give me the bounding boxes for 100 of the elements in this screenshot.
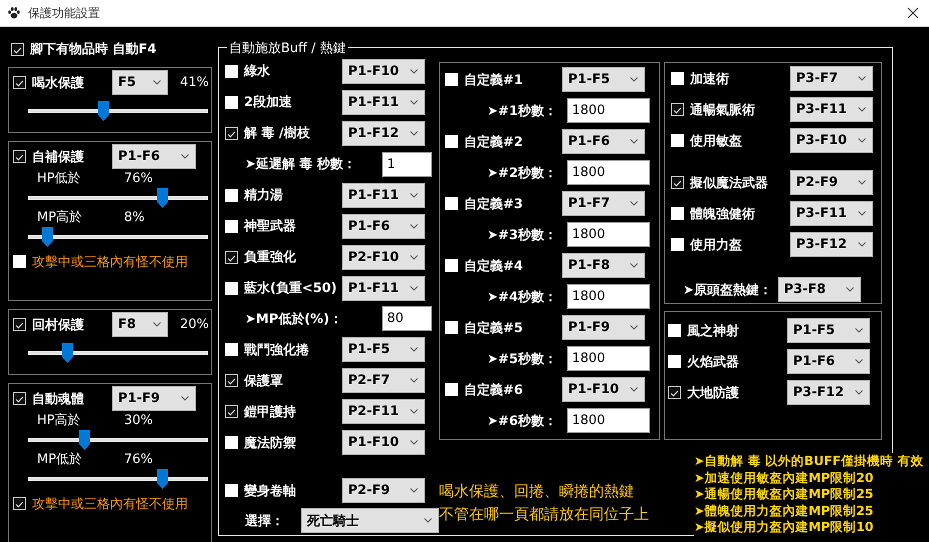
- checkbox-label: 變身卷軸: [244, 482, 297, 500]
- chevron-icon: [410, 488, 418, 494]
- checkbox-label: 保護罩: [244, 372, 284, 390]
- hotkey-dropdown[interactable]: P3-F11: [790, 97, 873, 122]
- hotkey-dropdown[interactable]: P1-F11: [342, 276, 425, 301]
- chevron-icon: [410, 378, 418, 384]
- chevron-icon: [858, 138, 866, 143]
- checkbox[interactable]: [225, 250, 238, 264]
- checkbox[interactable]: [225, 126, 238, 140]
- checkbox-label: 使用力盔: [690, 236, 743, 254]
- hotkey-dropdown[interactable]: P1-F11: [342, 182, 425, 208]
- hotkey-dropdown[interactable]: P1-F6: [342, 214, 425, 239]
- hotkey-dropdown[interactable]: P1-F11: [342, 90, 425, 115]
- checkbox[interactable]: [671, 103, 684, 116]
- hotkey-dropdown[interactable]: P1-F10: [342, 430, 425, 456]
- chevron-icon: [410, 68, 418, 74]
- checkbox-label: 精力湯: [244, 187, 284, 204]
- checkbox-label: 腳下有物品時 自動F4: [30, 41, 156, 58]
- chevron-icon: [858, 76, 866, 81]
- chevron-icon: [410, 347, 418, 352]
- hotkey-dropdown[interactable]: P1-F6: [562, 129, 645, 154]
- seconds-field[interactable]: 1800: [567, 222, 650, 247]
- checkbox-label: 神聖武器: [244, 218, 297, 236]
- slider-thumb[interactable]: [157, 469, 168, 489]
- slider-thumb[interactable]: [62, 343, 73, 363]
- hotkey-dropdown[interactable]: P3-F7: [790, 66, 873, 91]
- checkbox[interactable]: [13, 392, 26, 405]
- hotkey-dropdown[interactable]: F8: [112, 312, 168, 337]
- checkbox-label: 加速術: [690, 70, 730, 88]
- checkbox-label: 自定義#4: [464, 258, 524, 274]
- slider-thumb[interactable]: [79, 430, 90, 450]
- checkbox-label: 自補保護: [32, 148, 85, 166]
- chevron-icon: [410, 130, 418, 136]
- hotkey-dropdown[interactable]: P2-F9: [342, 478, 425, 504]
- slider-thumb[interactable]: [98, 101, 109, 121]
- checkbox-label: 負重強化: [244, 248, 297, 266]
- checkbox[interactable]: [225, 405, 238, 418]
- checkbox[interactable]: [13, 150, 26, 163]
- hotkey-dropdown[interactable]: P1-F10: [562, 377, 645, 402]
- checkbox[interactable]: [13, 497, 26, 510]
- close-icon[interactable]: [907, 7, 919, 19]
- percent-reading: 8%: [124, 210, 145, 224]
- hotkey-dropdown[interactable]: P1-F12: [342, 120, 425, 146]
- checkbox-label: 喝水保護: [32, 74, 85, 92]
- number-field[interactable]: 80: [382, 306, 432, 332]
- transform-dropdown[interactable]: 死亡騎士: [301, 508, 439, 534]
- field-label: ➤#3秒數：: [487, 226, 557, 244]
- slider-label: MP低於: [37, 451, 84, 468]
- hotkey-dropdown[interactable]: P3-F12: [790, 232, 873, 257]
- hotkey-dropdown[interactable]: P1-F10: [342, 58, 425, 84]
- hotkey-dropdown[interactable]: F5: [112, 70, 168, 95]
- hotkey-dropdown[interactable]: P3-F12: [787, 380, 870, 405]
- group-title: 自動施放Buff / 熱鍵: [227, 39, 348, 57]
- checkbox-label: 火焰武器: [687, 354, 740, 370]
- checkbox[interactable]: [668, 386, 681, 399]
- checkbox[interactable]: [671, 176, 684, 189]
- hotkey-dropdown[interactable]: P1-F5: [562, 67, 645, 92]
- checkbox-label: 自定義#3: [464, 196, 524, 212]
- hotkey-dropdown[interactable]: P2-F11: [342, 399, 425, 424]
- seconds-field[interactable]: 1800: [567, 346, 650, 371]
- seconds-field[interactable]: 1800: [567, 160, 650, 185]
- hotkey-dropdown[interactable]: P3-F11: [790, 201, 873, 226]
- seconds-field[interactable]: 1800: [567, 98, 650, 123]
- chevron-icon: [630, 201, 638, 206]
- chevron-icon: [410, 286, 418, 291]
- checkbox-label: 自動魂體: [32, 390, 85, 408]
- hotkey-dropdown[interactable]: P1-F7: [562, 191, 645, 216]
- hotkey-dropdown[interactable]: P1-F6: [112, 144, 196, 169]
- checkbox[interactable]: [13, 318, 26, 331]
- chevron-icon: [855, 390, 863, 395]
- hotkey-dropdown[interactable]: P1-F5: [342, 337, 425, 362]
- note-text: ➤體魄使用力盔內建MP限制25: [694, 502, 874, 519]
- chevron-icon: [181, 396, 189, 401]
- checkbox-label: 攻擊中或三格內有怪不使用: [32, 254, 188, 270]
- chevron-icon: [630, 325, 638, 330]
- checkbox-label: 藍水(負重<50): [244, 280, 338, 298]
- hotkey-dropdown[interactable]: P2-F9: [790, 170, 873, 195]
- checkbox[interactable]: [11, 42, 24, 56]
- hotkey-dropdown[interactable]: P3-F8: [778, 277, 861, 302]
- seconds-field[interactable]: 1800: [567, 284, 650, 309]
- hotkey-dropdown[interactable]: P2-F7: [342, 368, 425, 394]
- seconds-field[interactable]: 1800: [567, 408, 650, 433]
- hotkey-dropdown[interactable]: P1-F6: [787, 349, 870, 374]
- hotkey-dropdown[interactable]: P1-F9: [562, 315, 645, 340]
- checkbox[interactable]: [13, 76, 26, 89]
- field-label: ➤#1秒數：: [487, 102, 557, 120]
- hotkey-dropdown[interactable]: P3-F10: [790, 128, 873, 153]
- checkbox-label: 通暢氣脈術: [690, 102, 756, 118]
- slider-thumb[interactable]: [157, 188, 168, 208]
- chevron-icon: [410, 192, 418, 198]
- hotkey-dropdown[interactable]: P2-F10: [342, 244, 425, 270]
- checkbox[interactable]: [225, 374, 238, 388]
- chevron-icon: [855, 359, 863, 364]
- slider-thumb[interactable]: [42, 227, 53, 247]
- number-field[interactable]: 1: [382, 152, 432, 177]
- hotkey-dropdown[interactable]: P1-F5: [787, 318, 870, 343]
- field-label: ➤延遲解 毒 秒數：: [245, 156, 356, 174]
- field-label: 選擇：: [245, 512, 285, 530]
- hotkey-dropdown[interactable]: P1-F8: [562, 253, 645, 278]
- hotkey-dropdown[interactable]: P1-F9: [112, 386, 196, 411]
